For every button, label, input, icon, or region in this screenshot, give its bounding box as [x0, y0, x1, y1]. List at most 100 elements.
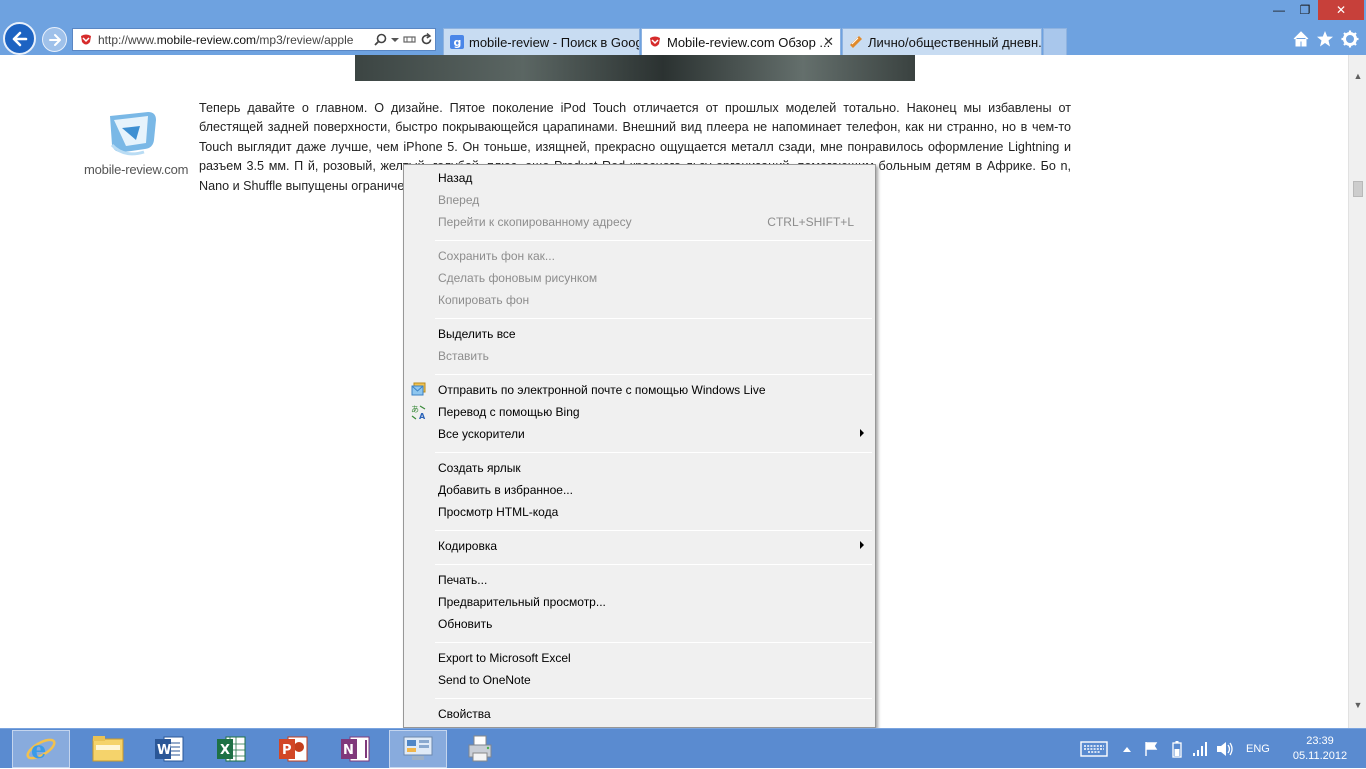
menu-item-label: Свойства	[438, 707, 491, 721]
taskbar-file-explorer[interactable]	[79, 730, 137, 768]
menu-item-label: Копировать фон	[438, 293, 530, 307]
menu-item-label: Export to Microsoft Excel	[438, 651, 571, 665]
forward-button[interactable]	[42, 27, 67, 52]
taskbar-word[interactable]: W	[140, 730, 198, 768]
tab-label: Лично/общественный дневн...	[868, 34, 1042, 50]
menu-item-send-onenote[interactable]: Send to OneNote	[405, 669, 874, 691]
dropdown-arrow-icon[interactable]	[391, 36, 399, 44]
svg-text:P: P	[282, 743, 292, 758]
home-icon[interactable]	[1292, 30, 1310, 48]
menu-item-save-background[interactable]: Сохранить фон как...	[405, 245, 874, 267]
battery-icon[interactable]	[1172, 740, 1182, 758]
svg-text:X: X	[220, 743, 230, 758]
input-language[interactable]: ENG	[1246, 729, 1270, 769]
menu-item-label: Добавить в избранное...	[438, 483, 573, 497]
taskbar: e W X P N ENG 23:39 05.11.2012	[0, 728, 1366, 768]
volume-icon[interactable]	[1216, 741, 1234, 757]
menu-item-create-shortcut[interactable]: Создать ярлык	[405, 457, 874, 479]
taskbar-excel[interactable]: X	[202, 730, 260, 768]
touch-keyboard-icon[interactable]	[1080, 741, 1108, 757]
onenote-icon: N	[341, 736, 370, 762]
show-hidden-icons-icon[interactable]	[1122, 745, 1132, 753]
menu-separator	[435, 240, 872, 241]
action-center-flag-icon[interactable]	[1144, 741, 1158, 757]
menu-item-label: Сделать фоновым рисунком	[438, 271, 598, 285]
menu-item-translate-bing[interactable]: あA Перевод с помощью Bing	[405, 401, 874, 423]
compatibility-view-icon[interactable]	[403, 33, 416, 46]
tab-diary[interactable]: Лично/общественный дневн...	[842, 28, 1042, 55]
menu-item-go-to-copied-address[interactable]: Перейти к скопированному адресу CTRL+SHIF…	[405, 211, 874, 233]
menu-item-export-excel[interactable]: Export to Microsoft Excel	[405, 647, 874, 669]
scroll-up-arrow-icon[interactable]: ▲	[1349, 67, 1366, 85]
url-prefix: http://www.	[98, 32, 157, 47]
menu-item-label: Кодировка	[438, 539, 498, 553]
tab-google-search[interactable]: g mobile-review - Поиск в Google	[443, 28, 640, 55]
back-button[interactable]	[3, 22, 36, 55]
scrollbar-thumb[interactable]	[1353, 181, 1363, 197]
taskbar-printer[interactable]	[451, 730, 509, 768]
menu-item-label: Перейти к скопированному адресу	[438, 215, 632, 229]
menu-separator	[435, 698, 872, 699]
menu-item-select-all[interactable]: Выделить все	[405, 323, 874, 345]
google-icon: g	[450, 35, 464, 49]
menu-item-all-accelerators[interactable]: Все ускорители	[405, 423, 874, 445]
svg-text:N: N	[343, 743, 354, 758]
taskbar-remote-desktop[interactable]	[389, 730, 447, 768]
tab-close-button[interactable]: ✕	[823, 34, 834, 50]
new-tab-button[interactable]	[1043, 28, 1067, 55]
menu-item-label: Выделить все	[438, 327, 516, 341]
vertical-scrollbar[interactable]: ▲ ▼	[1348, 55, 1366, 728]
url-path: /mp3/review/apple	[256, 32, 354, 47]
menu-item-label: Перевод с помощью Bing	[438, 405, 580, 419]
site-favicon-icon	[81, 34, 91, 44]
context-menu: Назад Вперед Перейти к скопированному ад…	[403, 164, 876, 728]
menu-separator	[435, 374, 872, 375]
search-icon[interactable]	[374, 33, 387, 46]
internet-explorer-icon: e	[26, 735, 56, 764]
powerpoint-icon: P	[279, 736, 308, 762]
menu-item-label: Просмотр HTML-кода	[438, 505, 559, 519]
menu-item-view-source[interactable]: Просмотр HTML-кода	[405, 501, 874, 523]
menu-item-label: Обновить	[438, 617, 493, 631]
article-image	[355, 55, 915, 81]
menu-item-set-as-background[interactable]: Сделать фоновым рисунком	[405, 267, 874, 289]
word-icon: W	[155, 736, 184, 762]
menu-item-copy-background[interactable]: Копировать фон	[405, 289, 874, 311]
menu-item-label: Предварительный просмотр...	[438, 595, 606, 609]
refresh-icon[interactable]	[420, 33, 433, 46]
back-arrow-icon	[12, 31, 27, 46]
forward-arrow-icon	[48, 33, 61, 46]
system-clock[interactable]: 23:39 05.11.2012	[1287, 734, 1353, 764]
menu-item-label: Send to OneNote	[438, 673, 531, 687]
menu-item-print[interactable]: Печать...	[405, 569, 874, 591]
svg-text:あ: あ	[411, 405, 419, 414]
mobile-review-logo-icon[interactable]	[84, 110, 188, 160]
menu-item-print-preview[interactable]: Предварительный просмотр...	[405, 591, 874, 613]
network-signal-icon[interactable]	[1192, 741, 1208, 757]
menu-item-forward[interactable]: Вперед	[405, 189, 874, 211]
address-bar[interactable]: http://www.mobile-review.com/mp3/review/…	[72, 28, 436, 51]
menu-item-refresh[interactable]: Обновить	[405, 613, 874, 635]
close-window-button[interactable]: ✕	[1318, 0, 1364, 20]
taskbar-powerpoint[interactable]: P	[264, 730, 322, 768]
taskbar-internet-explorer[interactable]: e	[12, 730, 70, 768]
menu-item-label: Создать ярлык	[438, 461, 521, 475]
menu-item-encoding[interactable]: Кодировка	[405, 535, 874, 557]
scroll-down-arrow-icon[interactable]: ▼	[1349, 696, 1366, 714]
tab-mobile-review[interactable]: Mobile-review.com Обзор ... ✕	[641, 28, 841, 55]
minimize-button[interactable]: —	[1266, 0, 1292, 20]
menu-item-paste[interactable]: Вставить	[405, 345, 874, 367]
settings-gear-icon[interactable]	[1341, 30, 1359, 48]
menu-separator	[435, 318, 872, 319]
menu-item-back[interactable]: Назад	[405, 167, 874, 189]
restore-button[interactable]: ❐	[1292, 0, 1318, 20]
menu-item-properties[interactable]: Свойства	[405, 703, 874, 725]
menu-separator	[435, 564, 872, 565]
menu-item-email-windows-live[interactable]: Отправить по электронной почте с помощью…	[405, 379, 874, 401]
favorites-star-icon[interactable]	[1316, 30, 1334, 48]
excel-icon: X	[217, 736, 246, 762]
address-url[interactable]: http://www.mobile-review.com/mp3/review/…	[98, 33, 370, 47]
menu-item-add-to-favorites[interactable]: Добавить в избранное...	[405, 479, 874, 501]
taskbar-onenote[interactable]: N	[326, 730, 384, 768]
bing-translate-icon: あA	[411, 405, 426, 420]
